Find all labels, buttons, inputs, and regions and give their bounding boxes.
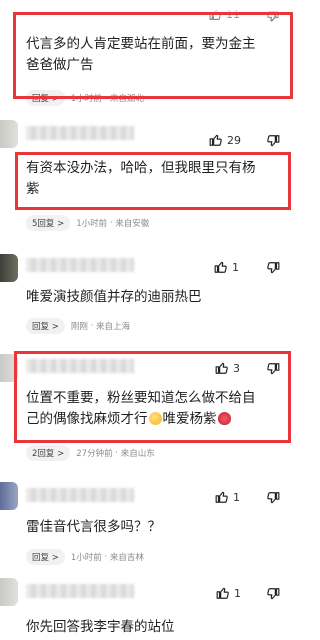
thumbs-up-icon (216, 587, 229, 599)
comment-meta: 2回复 > 27分钟前 · 来自山东 (26, 445, 155, 461)
like-count: 29 (227, 133, 241, 147)
comment-meta: 回复 > 刚刚 · 来自上海 (26, 318, 130, 334)
thumbs-up-icon (214, 261, 227, 273)
highlight-box (13, 12, 293, 99)
reply-button[interactable]: 2回复 > (26, 445, 71, 461)
username[interactable] (26, 258, 134, 272)
thumbs-up-icon (209, 134, 222, 146)
avatar[interactable] (0, 120, 18, 148)
comment-text: 唯爱演技颜值并存的迪丽热巴 (26, 289, 202, 305)
dislike-button[interactable] (266, 260, 280, 279)
comment-meta: 5回复 > 1小时前 · 来自安徽 (26, 215, 149, 231)
dislike-button[interactable] (266, 586, 280, 605)
thumbs-down-icon (267, 135, 280, 147)
like-button[interactable]: 1 (216, 586, 241, 600)
avatar[interactable] (0, 482, 18, 510)
thumbs-down-icon (267, 492, 280, 504)
username[interactable] (26, 126, 134, 140)
reply-button[interactable]: 5回复 > (26, 215, 71, 231)
highlight-box (14, 351, 291, 443)
reply-button[interactable]: 回复 > (26, 549, 65, 565)
thumbs-down-icon (267, 262, 280, 274)
comment-text: 雷佳音代言很多吗？？ (26, 519, 161, 535)
like-button[interactable]: 1 (215, 490, 240, 504)
like-count: 1 (232, 260, 239, 274)
like-count: 1 (233, 490, 240, 504)
comment-meta: 回复 > 1小时前 · 来自吉林 (26, 549, 144, 565)
comment-text: 你先回答我李宇春的站位 (26, 619, 175, 635)
dislike-button[interactable] (266, 133, 280, 152)
thumbs-down-icon (267, 588, 280, 600)
username[interactable] (26, 584, 134, 598)
like-count: 1 (234, 586, 241, 600)
like-button[interactable]: 1 (214, 260, 239, 274)
highlight-box (15, 152, 291, 210)
dislike-button[interactable] (266, 490, 280, 509)
avatar[interactable] (0, 578, 18, 606)
avatar[interactable] (0, 254, 18, 282)
like-button[interactable]: 29 (209, 133, 241, 147)
reply-button[interactable]: 回复 > (26, 318, 65, 334)
thumbs-up-icon (215, 491, 228, 503)
username[interactable] (26, 488, 134, 502)
